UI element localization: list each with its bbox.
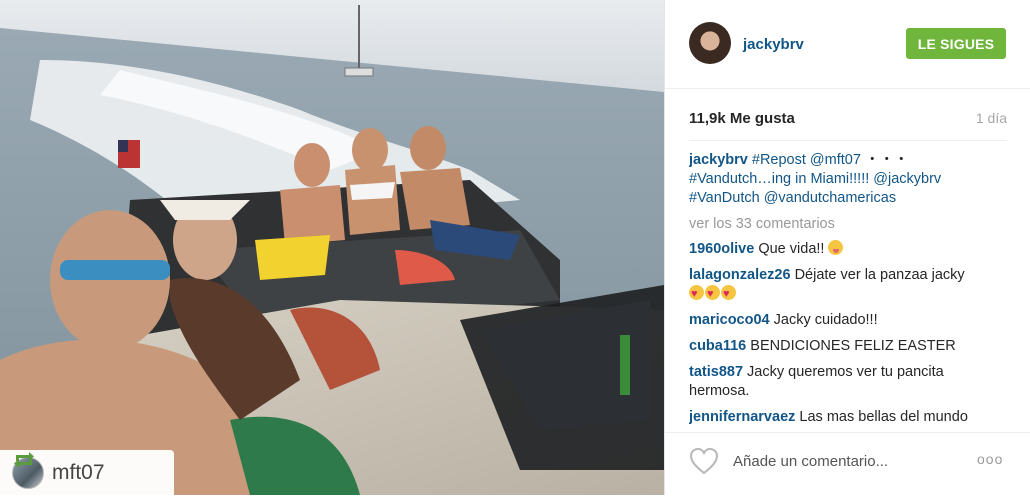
comment-text: BENDICIONES FELIZ EASTER (750, 338, 956, 354)
repost-username[interactable]: mft07 (52, 461, 105, 485)
tongue-emoji-icon (828, 240, 844, 255)
caption-text-2: ・・・ (864, 152, 909, 168)
divider (689, 140, 1007, 141)
list-item: 1960olive Que vida!! (689, 240, 1007, 259)
post-header: jackybrv LE SIGUES (665, 0, 1030, 89)
comment-username[interactable]: tatis887 (689, 364, 743, 380)
list-item: tatis887 Jacky queremos ver tu pancita h… (689, 363, 1007, 401)
comment-username[interactable]: lalagonzalez26 (689, 267, 791, 283)
comment-username[interactable]: 1960olive (689, 241, 754, 257)
comment-username[interactable]: jennifernarvaez (689, 409, 795, 424)
post-photo[interactable]: mft07 (0, 0, 664, 495)
repost-tag[interactable]: mft07 (0, 450, 174, 495)
comment-footer: ooo (665, 432, 1030, 496)
comment-text: Déjate ver la panzaa jacky (794, 267, 965, 283)
heart-eyes-emoji-icon (721, 285, 736, 304)
author-username[interactable]: jackybrv (743, 36, 804, 53)
repost-icon (14, 452, 34, 468)
heart-eyes-emoji-icon (705, 285, 720, 304)
follow-button[interactable]: LE SIGUES (906, 28, 1006, 59)
caption-text-1[interactable]: #Repost @mft07 (752, 152, 861, 168)
comment-username[interactable]: maricoco04 (689, 312, 770, 328)
list-item: cuba116 BENDICIONES FELIZ EASTER (689, 337, 1007, 356)
caption-text-4[interactable]: #VanDutch @vandutchamericas (689, 190, 896, 206)
list-item: lalagonzalez26 Déjate ver la panzaa jack… (689, 266, 1007, 304)
list-item: jennifernarvaez Las mas bellas del mundo (689, 408, 1007, 424)
caption-text-3[interactable]: #Vandutch…ing in Miami!!!!! @jackybrv (689, 171, 941, 187)
list-item: maricoco04 Jacky cuidado!!! (689, 311, 1007, 330)
avatar[interactable] (689, 22, 731, 64)
comments-list: jackybrv #Repost @mft07 ・・・ #Vandutch…in… (689, 151, 1007, 424)
comment-username[interactable]: cuba116 (689, 338, 746, 354)
caption: jackybrv #Repost @mft07 ・・・ #Vandutch…in… (689, 151, 1007, 208)
boat-scene-illustration (0, 0, 664, 495)
comment-text: Jacky cuidado!!! (773, 312, 878, 328)
comment-input[interactable] (731, 447, 965, 475)
heart-eyes-emoji-icon (689, 285, 704, 304)
post-time[interactable]: 1 día (976, 110, 1007, 126)
caption-username[interactable]: jackybrv (689, 152, 748, 168)
view-all-comments-link[interactable]: ver los 33 comentarios (689, 215, 1007, 234)
heart-icon[interactable] (689, 447, 719, 475)
likes-count[interactable]: 11,9k Me gusta (689, 110, 795, 127)
comment-text: Que vida!! (758, 241, 825, 257)
comment-text: Las mas bellas del mundo (799, 409, 968, 424)
more-options-icon[interactable]: ooo (977, 451, 1009, 467)
likes-row: 11,9k Me gusta 1 día (689, 110, 1007, 130)
post-side-panel: jackybrv LE SIGUES 11,9k Me gusta 1 día … (664, 0, 1030, 495)
